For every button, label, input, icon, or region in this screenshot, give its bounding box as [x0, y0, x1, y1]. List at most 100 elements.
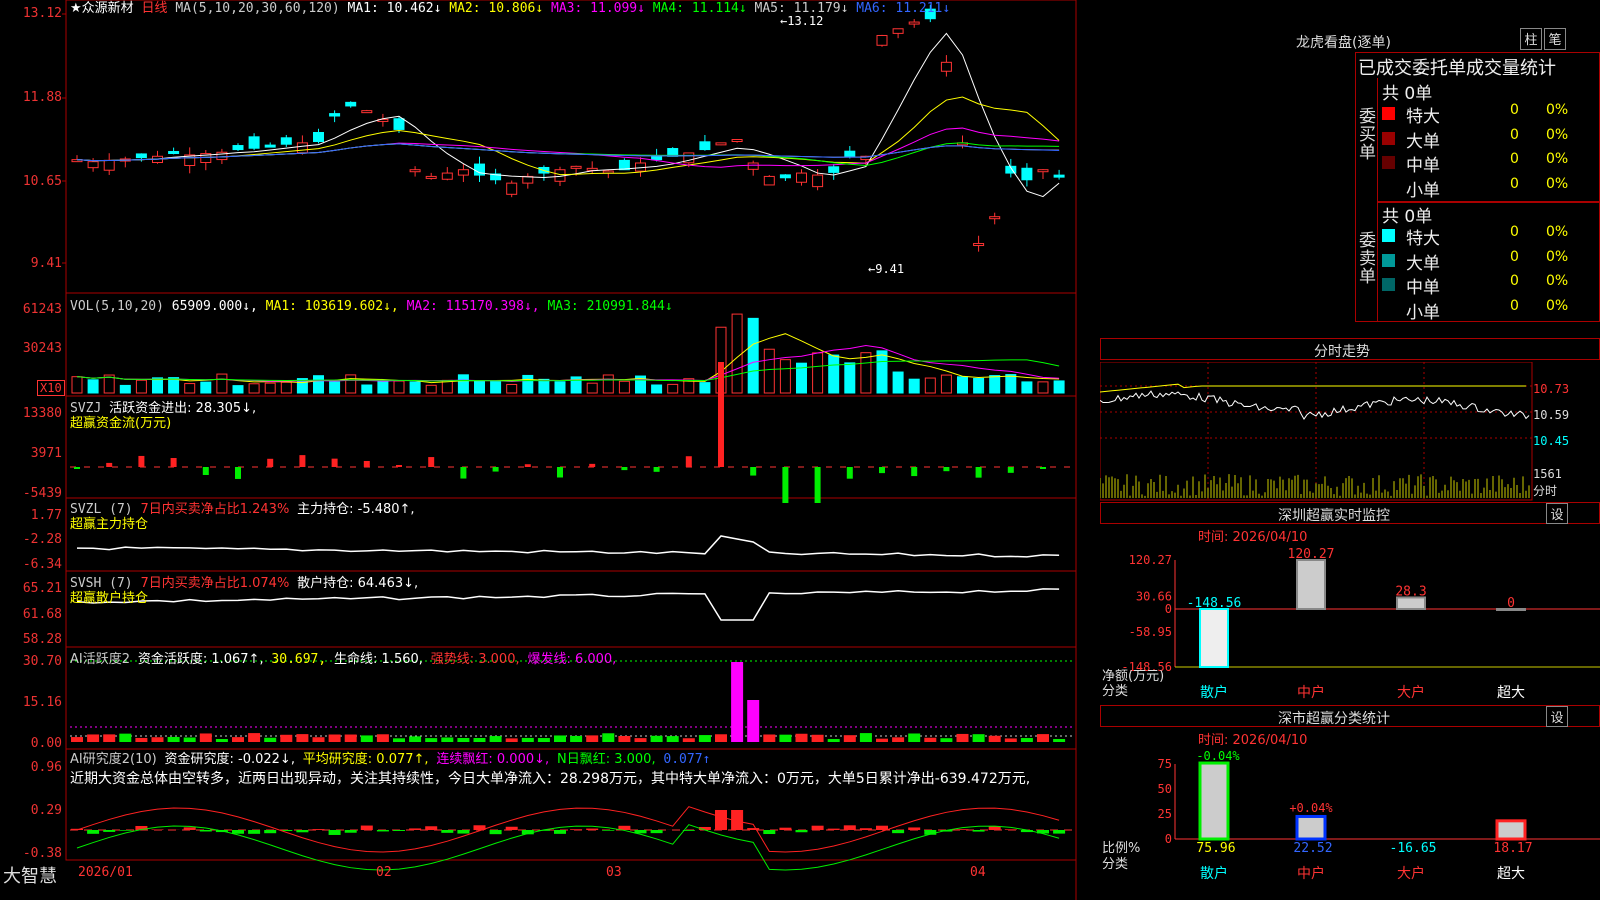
classify-category-label: 超大	[1497, 866, 1525, 882]
ai1-bar	[312, 737, 325, 742]
svzj-ylabel: -5439	[22, 486, 62, 501]
svzj-bar	[331, 458, 338, 467]
ai2-bar	[843, 825, 856, 830]
ai1-bar	[731, 662, 744, 742]
vol-unit-badge[interactable]: X10	[37, 380, 65, 396]
volume-bar	[522, 374, 534, 394]
ai1-bar	[586, 735, 599, 742]
classify-value-label: -16.65	[1390, 841, 1437, 856]
ai2-bar	[715, 810, 727, 830]
ai2-bar	[425, 826, 438, 830]
ai1-bar	[167, 736, 180, 742]
vol-value: 65909.000↓,	[171, 299, 258, 314]
classify-chart[interactable]: 75 50 25 0 75.96 散户 22.52 中户 -16.65 大户 18.17 超大 -0.0…	[1100, 742, 1600, 900]
svzl-header: SVZL (7) 7日内买卖净占比1.243% 主力持仓: -5.480↑,	[70, 502, 415, 518]
tick-mode-button[interactable]: 笔	[1544, 28, 1566, 50]
svzj-bar	[718, 362, 724, 467]
ai1-bar	[360, 735, 373, 742]
ai1-bar	[521, 737, 534, 742]
ai1-bar	[602, 733, 615, 742]
ai1-header: AI活跃度2 资金活跃度: 1.067↑, 30.697, 生命线: 1.560…	[70, 652, 616, 668]
ai2-bar	[505, 826, 518, 830]
ai1-bar	[876, 738, 888, 742]
xaxis-label: 04	[970, 865, 986, 880]
classify-settings-button[interactable]: 设	[1546, 706, 1568, 727]
ai2-bar	[312, 829, 325, 830]
monitor-settings-button[interactable]: 设	[1546, 503, 1568, 524]
classify-bar	[1295, 814, 1327, 841]
xaxis-label: 03	[606, 865, 622, 880]
volume-bar	[184, 383, 196, 394]
monitor-chart[interactable]: 120.2730.660-58.95-148.56-148.56散户120.27…	[1100, 540, 1600, 705]
ai1-ylabel: 30.70	[22, 654, 62, 669]
svzj-bar	[943, 467, 950, 472]
xaxis-label: 2026/01	[78, 865, 133, 880]
ai1-title: AI活跃度2	[70, 652, 130, 667]
svzj-bar	[685, 456, 692, 467]
ai2-bar	[1053, 830, 1066, 834]
svzj-bar	[202, 467, 209, 475]
ai1-bar	[344, 734, 357, 742]
ai1-bar	[1053, 738, 1066, 742]
fenshi-ylabel: 10.59	[1533, 408, 1570, 422]
ai1-bar	[199, 733, 212, 742]
brand-logo[interactable]: 大智慧	[3, 862, 57, 888]
svzj-bar	[653, 467, 660, 472]
monitor-value-label: 28.3	[1395, 584, 1426, 599]
ai2-bar	[360, 825, 373, 830]
candle-body	[602, 170, 614, 174]
candle-body	[812, 174, 824, 188]
fenshi-unit: 分时	[1533, 484, 1558, 498]
bar-mode-button[interactable]: 柱	[1520, 28, 1542, 50]
ai1-bar	[505, 738, 518, 742]
ai1-bar	[908, 733, 921, 742]
buy-row: 特大 0 0%	[1380, 102, 1600, 127]
ai1-bar	[924, 737, 937, 742]
classify-title: 深市超赢分类统计	[1278, 711, 1390, 727]
volume-bar	[409, 381, 421, 394]
sell-name: 小单	[1406, 302, 1440, 323]
vol-ma3: MA3: 210991.844↓	[547, 299, 673, 314]
fenshi-price-line	[1100, 390, 1530, 421]
candle-body	[1053, 174, 1065, 178]
svzj-bar	[1040, 467, 1046, 469]
svzj-bar	[1007, 467, 1014, 473]
price-ylabel: 11.88	[22, 90, 62, 105]
svzj-bar	[363, 460, 370, 467]
ai1-bar	[248, 733, 261, 742]
candle-body	[506, 182, 518, 195]
ai1-bar	[296, 734, 309, 742]
buy-count: 0	[1510, 151, 1519, 167]
period-label[interactable]: 日线	[141, 1, 167, 16]
ai1-bar	[763, 734, 776, 742]
volume-bar	[602, 374, 614, 394]
ai2-bar	[87, 830, 100, 834]
intraday-chart[interactable]	[1100, 362, 1600, 502]
stock-name[interactable]: ★众源新材	[70, 1, 134, 16]
volume-bar	[538, 378, 550, 394]
volume-bar	[876, 350, 888, 394]
volume-bar	[554, 381, 566, 394]
volume-bar	[699, 382, 711, 394]
svzl-ylabel: -6.34	[22, 557, 62, 572]
ai2-ylabel: -0.38	[22, 846, 62, 861]
volume-bar	[329, 381, 341, 394]
buy-name: 中单	[1406, 156, 1440, 176]
svsh-ylabel: 58.28	[22, 632, 62, 647]
classify-ylabel: 0	[1165, 832, 1172, 846]
ai1-bar	[1037, 734, 1049, 742]
svzj-ylabel: 3971	[30, 446, 62, 461]
volume-bar	[490, 380, 502, 394]
monitor-ylabel: 0	[1165, 602, 1172, 616]
svzj-bar	[621, 467, 628, 471]
svzj-bar	[524, 464, 531, 467]
low-annotation: ←9.41	[868, 262, 905, 276]
svzl-value: 主力持仓: -5.480↑,	[297, 502, 415, 517]
svsh-ylabel: 65.21	[22, 581, 62, 596]
ai1-bar	[827, 738, 840, 742]
candle-body	[779, 174, 791, 179]
sell-row: 小单 0 0%	[1380, 298, 1600, 323]
volume-bar	[844, 362, 856, 394]
ai2-bar	[199, 830, 212, 832]
ai1-bar	[473, 737, 486, 742]
